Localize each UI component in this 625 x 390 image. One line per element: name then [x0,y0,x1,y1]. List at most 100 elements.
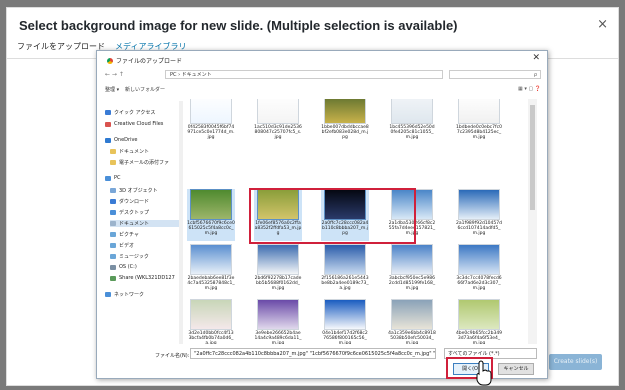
file-tile[interactable]: 2f156186a261e5443be8b2a4ee0189c73_a.jpg [321,244,369,296]
file-tile[interactable]: 2baedebab6ee81f3e4c7a4532587848c1_m.jpg [187,244,235,296]
file-name: 4a1c359e6bb4c89185038b50efc50034_m.jpg [388,331,436,344]
folder-icon [105,110,111,115]
file-tile[interactable]: 1bdbede0c0ebc7fc07c2395d8b4125ec_m.jpg [455,99,503,145]
file-tile[interactable]: 2a1f989f92d10457d6ccd107414adfd5_m.jpg [455,189,503,241]
file-thumbnail [458,244,500,275]
folder-icon [110,149,116,154]
nav-arrows-icon[interactable]: ← → ↑ [105,71,124,78]
file-name: 1bbe007dbddbccae8bf2efb083e028d_m.jpg [321,125,369,140]
file-tile[interactable]: 3abcbcf950ec5e9862cdd1d85199fe168_m.jpg [388,244,436,296]
nav-item-label: ダウンロード [119,199,150,205]
file-name: 1bc455396d52e50d0fe4205c81c1055_m.jpg [389,125,435,140]
nav-item-label: 電子メールの添付ファ [119,160,170,166]
create-slides-button[interactable]: Create slide(s) [549,354,602,370]
file-name: 2bd6f92278b17cadebb5b5688f0162dd_m.jpg [254,276,302,291]
file-tile[interactable]: 4a1c359e6bb4c89185038b50efc50034_m.jpg [388,299,436,344]
folder-icon [110,210,116,215]
nav-item[interactable]: ピクチャ [110,231,139,238]
file-tile[interactable]: 1bc455396d52e50d0fe4205c81c1055_m.jpg [388,99,436,145]
file-thumbnail [190,299,232,330]
nav-item[interactable]: ネットワーク [105,291,144,298]
new-folder-button[interactable]: 新しいフォルダー [125,86,165,93]
file-tile[interactable]: 2bd6f92278b17cadebb5b5688f0162dd_m.jpg [254,244,302,296]
folder-icon [110,232,116,237]
file-tile[interactable]: 4be0c9b65fcc2b3493d73a6f4a6f53e4_m.jpg [455,299,503,344]
selection-highlight-box [249,188,416,244]
grid-scrollbar[interactable] [528,99,537,344]
view-controls[interactable]: ▦ ▾ ▢ ❓ [518,86,541,92]
cancel-button[interactable]: キャンセル [498,363,534,375]
file-name: 1bdbede0c0ebc7fc07c2395d8b4125ec_m.jpg [456,125,502,140]
folder-icon [110,254,116,259]
nav-item-label: ピクチャ [119,232,139,238]
nav-item[interactable]: 電子メールの添付ファ [110,159,169,166]
address-bar: ← → ↑ PC › ドキュメント ρ [105,69,541,80]
file-tile[interactable]: 1bbe007dbddbccae8bf2efb083e028d_m.jpg [321,99,369,145]
folder-icon [110,199,116,204]
file-thumbnail [257,244,299,275]
file-tile[interactable]: 3e9ebe266652b4ae14a4c9a489c6da11_m.jpg [254,299,302,344]
chrome-icon [107,57,113,64]
dialog-close-icon[interactable]: ✕ [532,53,540,63]
nav-item-label: ドキュメント [119,221,150,227]
file-thumbnail [391,299,433,330]
nav-item[interactable]: OneDrive [105,137,138,143]
folder-icon [110,243,116,248]
navigation-pane: クイック アクセス Creative Cloud Files OneDrive ドキュ… [101,101,183,344]
file-name: 3d2e1d0bb0fcc4f133bcfa4fb0b74a0d6_a.jpg [188,331,234,344]
tab-upload-files[interactable]: ファイルをアップロード [17,41,105,58]
file-thumbnail [458,299,500,330]
file-tile[interactable]: 3d2e1d0bb0fcc4f133bcfa4fb0b74a0d6_a.jpg [187,299,235,344]
file-name: 2a1f989f92d10457d6ccd107414adfd5_m.jpg [456,221,502,236]
nav-item-label: ネットワーク [114,292,145,298]
file-name: 2baedebab6ee81f3e4c7a4532587848c1_m.jpg [187,276,235,291]
file-name: 3c3dc7cc4078fecd666f7ad6e2d3c307_m.jpg [456,276,502,291]
nav-item[interactable]: デスクトップ [110,209,149,216]
close-icon[interactable]: × [597,17,608,32]
file-thumbnail [190,244,232,275]
file-name: 2f156186a261e5443be8b2a4ee0189c73_a.jpg [321,276,369,291]
filename-label: ファイル名(N): [155,353,190,359]
file-tile[interactable]: 04e1b4ef17d2f68c276586f800165c56_m.jpg [321,299,369,344]
path-input[interactable]: PC › ドキュメント [165,70,443,79]
nav-item[interactable]: Share (WKL321DD127 [110,275,175,281]
nav-item-label: Share (WKL321DD127 [119,275,175,281]
scrollbar-thumb[interactable] [530,105,535,210]
nav-item[interactable]: クイック アクセス [105,109,155,116]
file-name: 4be0c9b65fcc2b3493d73a6f4a6f53e4_m.jpg [455,331,503,344]
nav-item-label: 3D オブジェクト [119,188,158,194]
nav-item-label: PC [114,175,121,181]
hand-cursor-icon [476,360,492,386]
file-thumbnail [458,99,500,124]
nav-item[interactable]: ダウンロード [110,198,149,205]
file-name: 04e1b4ef17d2f68c276586f800165c56_m.jpg [322,331,368,344]
folder-icon [110,160,116,165]
nav-item[interactable]: ビデオ [110,242,134,249]
nav-item[interactable]: 3D オブジェクト [110,187,158,194]
file-tile[interactable]: 1cbf5676670f9c6ce0615025c5f4a8cc0c_m.jpg [187,189,235,241]
nav-item-label: OneDrive [114,137,138,143]
folder-icon [105,137,111,143]
dialog-title-text: ファイルのアップロード [116,58,183,65]
folder-icon [105,292,111,297]
command-bar: 整理 ▾ 新しいフォルダー ▦ ▾ ▢ ❓ [105,86,541,96]
search-input[interactable]: ρ [449,70,541,79]
nav-item[interactable]: OS (C:) [110,264,137,270]
file-thumbnail [257,299,299,330]
nav-item[interactable]: ミュージック [110,253,149,260]
nav-item[interactable]: Creative Cloud Files [105,121,163,127]
organize-menu[interactable]: 整理 ▾ [105,86,119,93]
nav-item[interactable]: ドキュメント [110,220,180,227]
folder-icon [105,175,111,181]
file-thumbnail [190,99,232,124]
nav-item[interactable]: PC [105,175,121,181]
nav-scrollbar[interactable] [179,101,183,344]
file-thumbnail [391,99,433,124]
folder-icon [110,221,116,226]
file-tile[interactable]: 1ac510d3c91de2536808047c25707fc5_s.jpg [254,99,302,145]
folder-icon [105,121,111,127]
nav-item[interactable]: ドキュメント [110,148,149,155]
filename-input[interactable]: "2a0ffc7c28ccc082a4b110c8bbba207_m.jpg" … [190,348,436,359]
file-tile[interactable]: 0f42583f0045f6bf74971ce5c0e1774d_m.jpg [187,99,235,145]
file-tile[interactable]: 3c3dc7cc4078fecd666f7ad6e2d3c307_m.jpg [455,244,503,296]
